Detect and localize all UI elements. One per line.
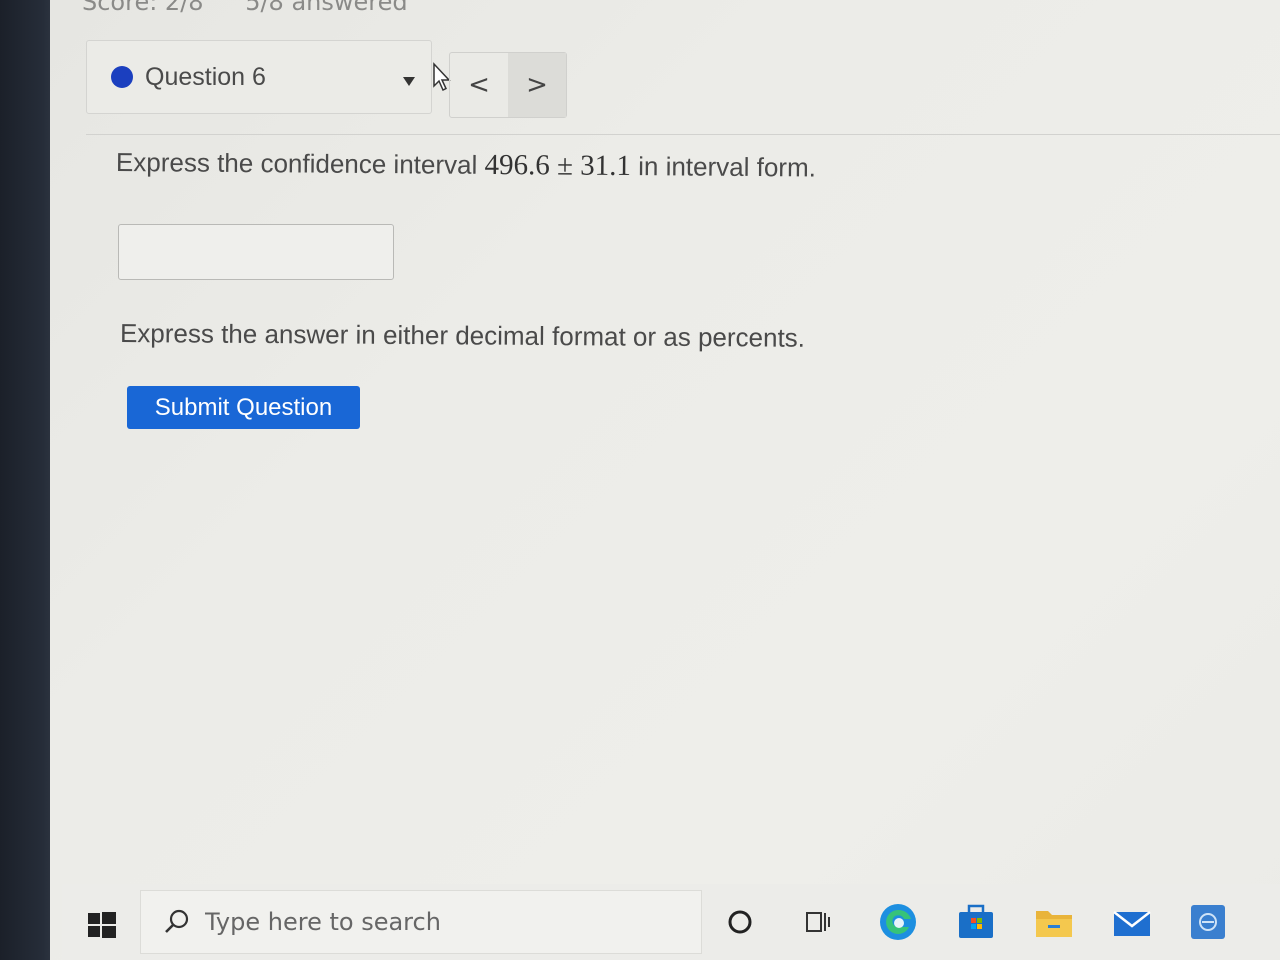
previous-question-button[interactable]: < bbox=[450, 53, 508, 117]
question-select-label: Question 6 bbox=[145, 62, 266, 91]
dropdown-caret-icon bbox=[403, 77, 415, 86]
taskbar-search-box[interactable] bbox=[140, 890, 702, 954]
mail-icon[interactable] bbox=[1110, 900, 1154, 944]
score-text: Score: 2/8 bbox=[82, 0, 204, 16]
file-explorer-icon[interactable] bbox=[1032, 900, 1076, 944]
screen bbox=[50, 0, 1280, 960]
search-icon bbox=[165, 909, 189, 933]
score-summary: Score: 2/8 5/8 answered bbox=[82, 0, 442, 16]
windows-start-icon[interactable] bbox=[88, 912, 116, 938]
question-text: Express the confidence interval 496.6 ± … bbox=[116, 146, 816, 184]
question-suffix: in interval form. bbox=[630, 151, 817, 183]
app-icon[interactable] bbox=[1186, 900, 1230, 944]
edge-icon[interactable] bbox=[876, 900, 920, 944]
answered-count: 5/8 answered bbox=[245, 0, 408, 16]
store-icon[interactable] bbox=[954, 900, 998, 944]
answer-input[interactable] bbox=[118, 224, 394, 280]
cortana-circle-icon[interactable] bbox=[718, 900, 762, 944]
question-select[interactable]: Question 6 bbox=[86, 40, 432, 114]
question-status-dot bbox=[111, 66, 133, 88]
taskbar-search-input[interactable] bbox=[203, 907, 647, 937]
question-prefix: Express the confidence interval bbox=[115, 147, 485, 180]
answer-format-hint: Express the answer in either decimal for… bbox=[119, 318, 806, 353]
confidence-interval-value: 496.6 ± 31.1 bbox=[484, 148, 632, 183]
question-nav-buttons: < > bbox=[449, 52, 567, 118]
submit-question-button[interactable]: Submit Question bbox=[127, 386, 360, 429]
next-question-button[interactable]: > bbox=[508, 53, 566, 117]
task-view-icon[interactable] bbox=[796, 900, 840, 944]
